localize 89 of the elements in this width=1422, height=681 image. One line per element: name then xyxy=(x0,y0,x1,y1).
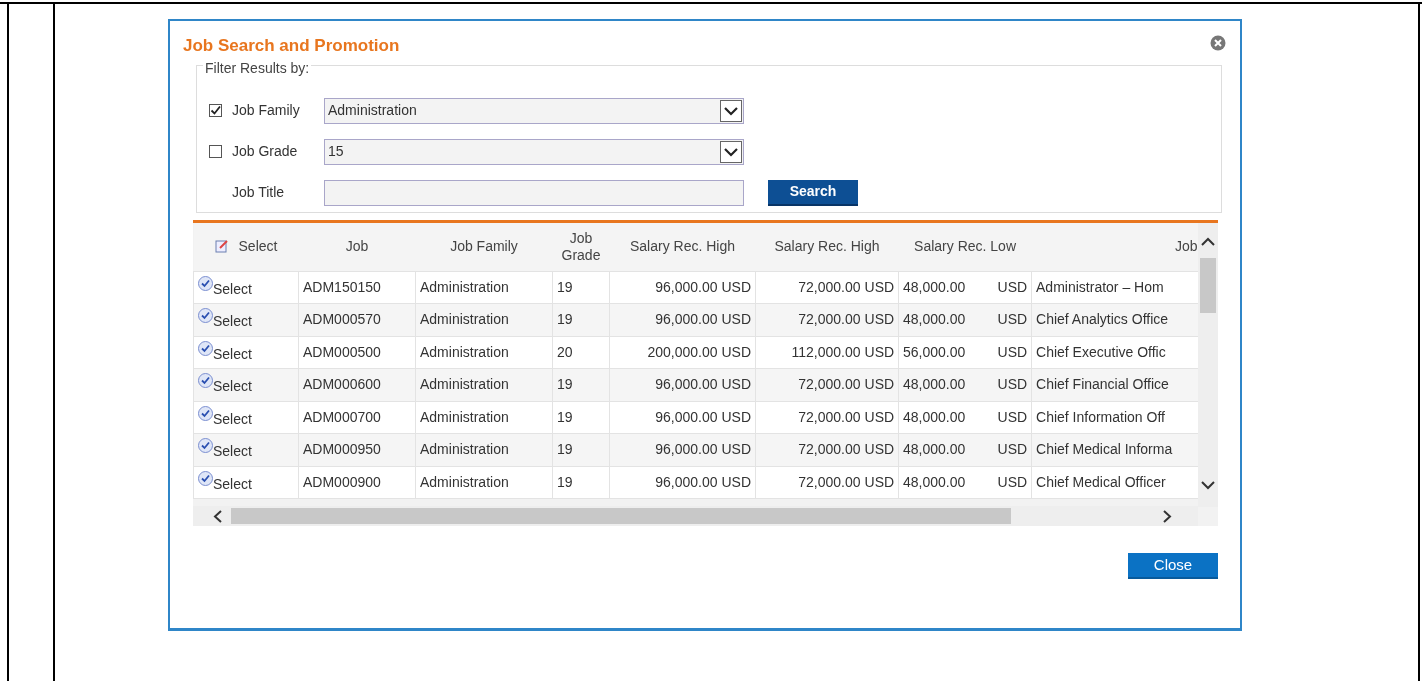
select-link[interactable]: Select xyxy=(193,336,299,369)
scrollbar-thumb[interactable] xyxy=(231,508,1011,524)
table-cell: USD xyxy=(864,271,899,304)
table-cell: 96,000.00 xyxy=(609,368,722,401)
table-cell: 56,000.00 xyxy=(898,336,998,369)
table-cell: ADM000900 xyxy=(298,466,416,499)
table-cell: 96,000.00 xyxy=(609,433,722,466)
checkbox[interactable] xyxy=(209,104,222,117)
table-cell: 72,000.00 xyxy=(755,433,865,466)
table-cell: 96,000.00 xyxy=(609,401,722,434)
scroll-up-icon[interactable] xyxy=(1201,237,1215,246)
checkbox[interactable] xyxy=(209,145,222,158)
table-cell: 19 xyxy=(552,271,610,304)
field-label: Job Family xyxy=(232,101,301,120)
table-cell: 48,000.00 xyxy=(898,466,998,499)
table-cell: 19 xyxy=(552,466,610,499)
select-link[interactable]: Select xyxy=(193,368,299,401)
table-cell: Chief Analytics Office xyxy=(1031,303,1199,336)
scrollbar-thumb[interactable] xyxy=(1200,258,1216,313)
select-link[interactable]: Select xyxy=(193,466,299,499)
table-cell: ADM000700 xyxy=(298,401,416,434)
field-label: Job Grade xyxy=(232,142,299,161)
edit-icon xyxy=(214,239,229,254)
table-cell: 20 xyxy=(552,336,610,369)
table-cell: 72,000.00 xyxy=(755,368,865,401)
table-cell: 48,000.00 xyxy=(898,433,998,466)
job-title-field[interactable] xyxy=(324,179,744,206)
check-circle-icon xyxy=(198,405,213,421)
check-circle-icon xyxy=(198,340,213,356)
table-cell: Chief Medical Officer xyxy=(1031,466,1199,499)
scroll-down-icon[interactable] xyxy=(1201,481,1215,490)
check-circle-icon xyxy=(198,308,213,324)
table-cell: 19 xyxy=(552,401,610,434)
table-cell: 96,000.00 xyxy=(609,271,722,304)
table-cell: 48,000.00 xyxy=(898,271,998,304)
field-label: Job Title xyxy=(232,183,286,202)
table-cell: Chief Financial Office xyxy=(1031,368,1199,401)
table-cell: USD xyxy=(997,271,1032,304)
table-cell: ADM150150 xyxy=(298,271,416,304)
dialog-title: Job Search and Promotion xyxy=(183,35,400,57)
select-link[interactable]: Select xyxy=(193,401,299,434)
table-cell: ADM000500 xyxy=(298,336,416,369)
table-cell: 19 xyxy=(552,368,610,401)
table-cell: 200,000.00 xyxy=(609,336,722,369)
check-circle-icon xyxy=(198,275,213,291)
table-cell: Chief Executive Offic xyxy=(1031,336,1199,369)
table-cell: 48,000.00 xyxy=(898,303,998,336)
dropdown[interactable]: Administration xyxy=(324,97,744,124)
dropdown[interactable]: 15 xyxy=(324,138,744,165)
vertical-scrollbar[interactable] xyxy=(1198,223,1218,507)
table-cell: 48,000.00 xyxy=(898,368,998,401)
table-cell: 48,000.00 xyxy=(898,401,998,434)
table-cell: 72,000.00 xyxy=(755,303,865,336)
table-cell: 19 xyxy=(552,433,610,466)
select-link[interactable]: Select xyxy=(193,303,299,336)
check-circle-icon xyxy=(198,373,213,389)
table-cell: 19 xyxy=(552,303,610,336)
table-cell: 96,000.00 xyxy=(609,466,722,499)
table-cell: ADM000570 xyxy=(298,303,416,336)
table-cell: Administration xyxy=(415,303,553,336)
check-circle-icon xyxy=(198,438,213,454)
scroll-left-icon[interactable] xyxy=(213,510,222,523)
close-button[interactable]: Close xyxy=(1128,553,1218,579)
table-cell: 72,000.00 xyxy=(755,466,865,499)
table-cell: 72,000.00 xyxy=(755,271,865,304)
table-cell: Chief Medical Informa xyxy=(1031,433,1199,466)
table-cell: USD xyxy=(721,271,756,304)
table-cell: Administration xyxy=(415,466,553,499)
scroll-right-icon[interactable] xyxy=(1163,510,1172,523)
table-cell: Administration xyxy=(415,336,553,369)
table-cell: 96,000.00 xyxy=(609,303,722,336)
table-cell: Administration xyxy=(415,433,553,466)
table-cell: Administration xyxy=(415,368,553,401)
table-cell: Administrator – Hom xyxy=(1031,271,1199,304)
table-cell: 72,000.00 xyxy=(755,401,865,434)
caret-icon[interactable] xyxy=(720,140,742,163)
caret-icon[interactable] xyxy=(720,99,742,122)
table-cell: Administration xyxy=(415,401,553,434)
table-cell: ADM000600 xyxy=(298,368,416,401)
table-cell: ADM000950 xyxy=(298,433,416,466)
select-link[interactable]: Select xyxy=(193,433,299,466)
select-link[interactable]: Select xyxy=(193,271,299,304)
search-button[interactable]: Search xyxy=(768,179,858,206)
check-circle-icon xyxy=(198,470,213,486)
table-cell: Administration xyxy=(415,271,553,304)
horizontal-scrollbar[interactable] xyxy=(193,506,1198,526)
table-cell: Chief Information Off xyxy=(1031,401,1199,434)
close-icon[interactable] xyxy=(1210,35,1226,51)
table-cell: 112,000.00 xyxy=(755,336,865,369)
